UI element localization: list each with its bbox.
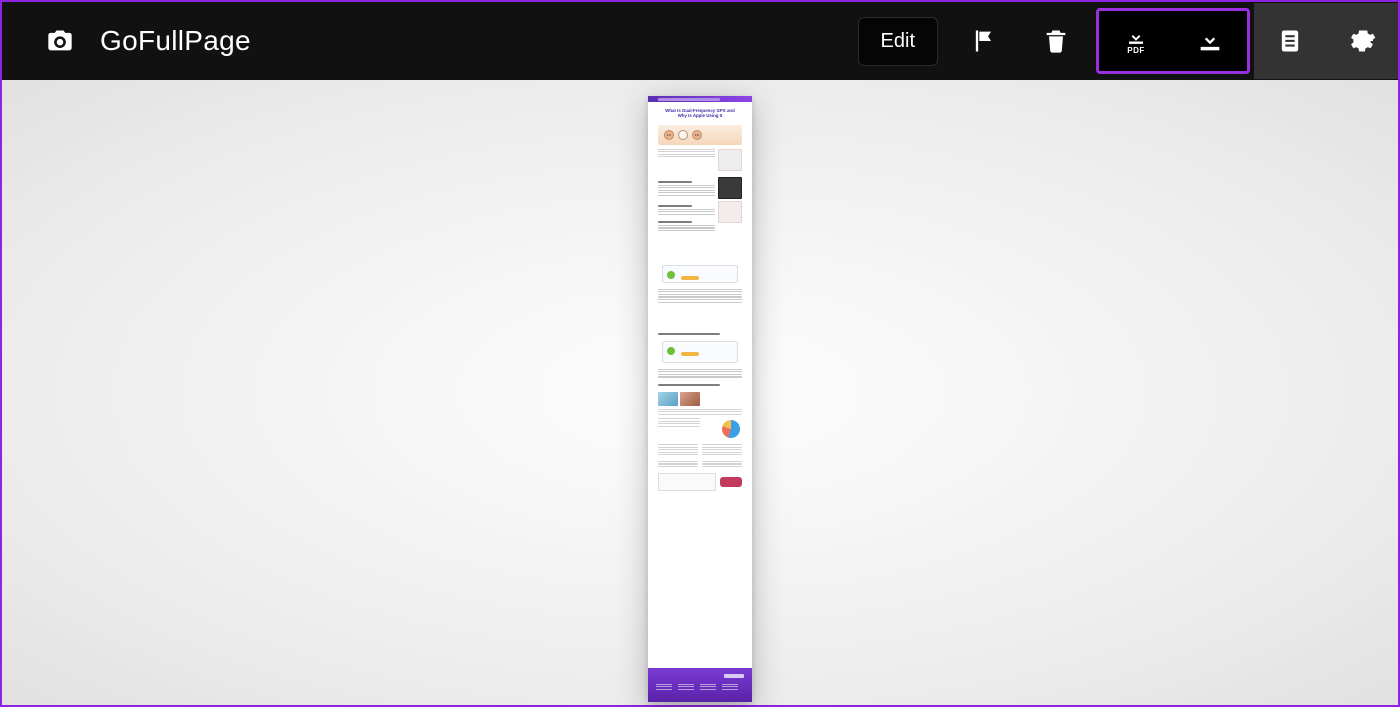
workspace[interactable]: What Is Dual-Frequency GPS and Why Is Ap… (2, 80, 1398, 705)
delete-button[interactable] (1020, 3, 1092, 79)
files-icon (1276, 27, 1304, 55)
toolbar-right: Edit PDF (858, 2, 1398, 80)
screenshot-preview[interactable]: What Is Dual-Frequency GPS and Why Is Ap… (648, 96, 752, 702)
settings-button[interactable] (1326, 3, 1398, 79)
svg-text:PDF: PDF (1127, 46, 1145, 55)
preview-hero: L1 L5 (658, 125, 742, 145)
edit-button[interactable]: Edit (858, 17, 938, 66)
toolbar-left: GoFullPage (2, 25, 251, 57)
download-pdf-button[interactable]: PDF (1099, 11, 1173, 71)
toolbar: GoFullPage Edit PDF (2, 2, 1398, 80)
settings-icon (1348, 27, 1376, 55)
download-image-icon (1196, 27, 1224, 55)
download-group-highlight: PDF (1096, 8, 1250, 74)
app-frame: GoFullPage Edit PDF (0, 0, 1400, 707)
trash-icon (1042, 27, 1070, 55)
flag-icon (970, 27, 998, 55)
app-title: GoFullPage (100, 25, 251, 57)
history-button[interactable] (1254, 3, 1326, 79)
download-image-button[interactable] (1173, 11, 1247, 71)
flag-button[interactable] (948, 3, 1020, 79)
camera-icon[interactable] (46, 27, 74, 55)
download-pdf-icon: PDF (1122, 27, 1150, 55)
preview-article-title: What Is Dual-Frequency GPS and Why Is Ap… (648, 102, 752, 121)
